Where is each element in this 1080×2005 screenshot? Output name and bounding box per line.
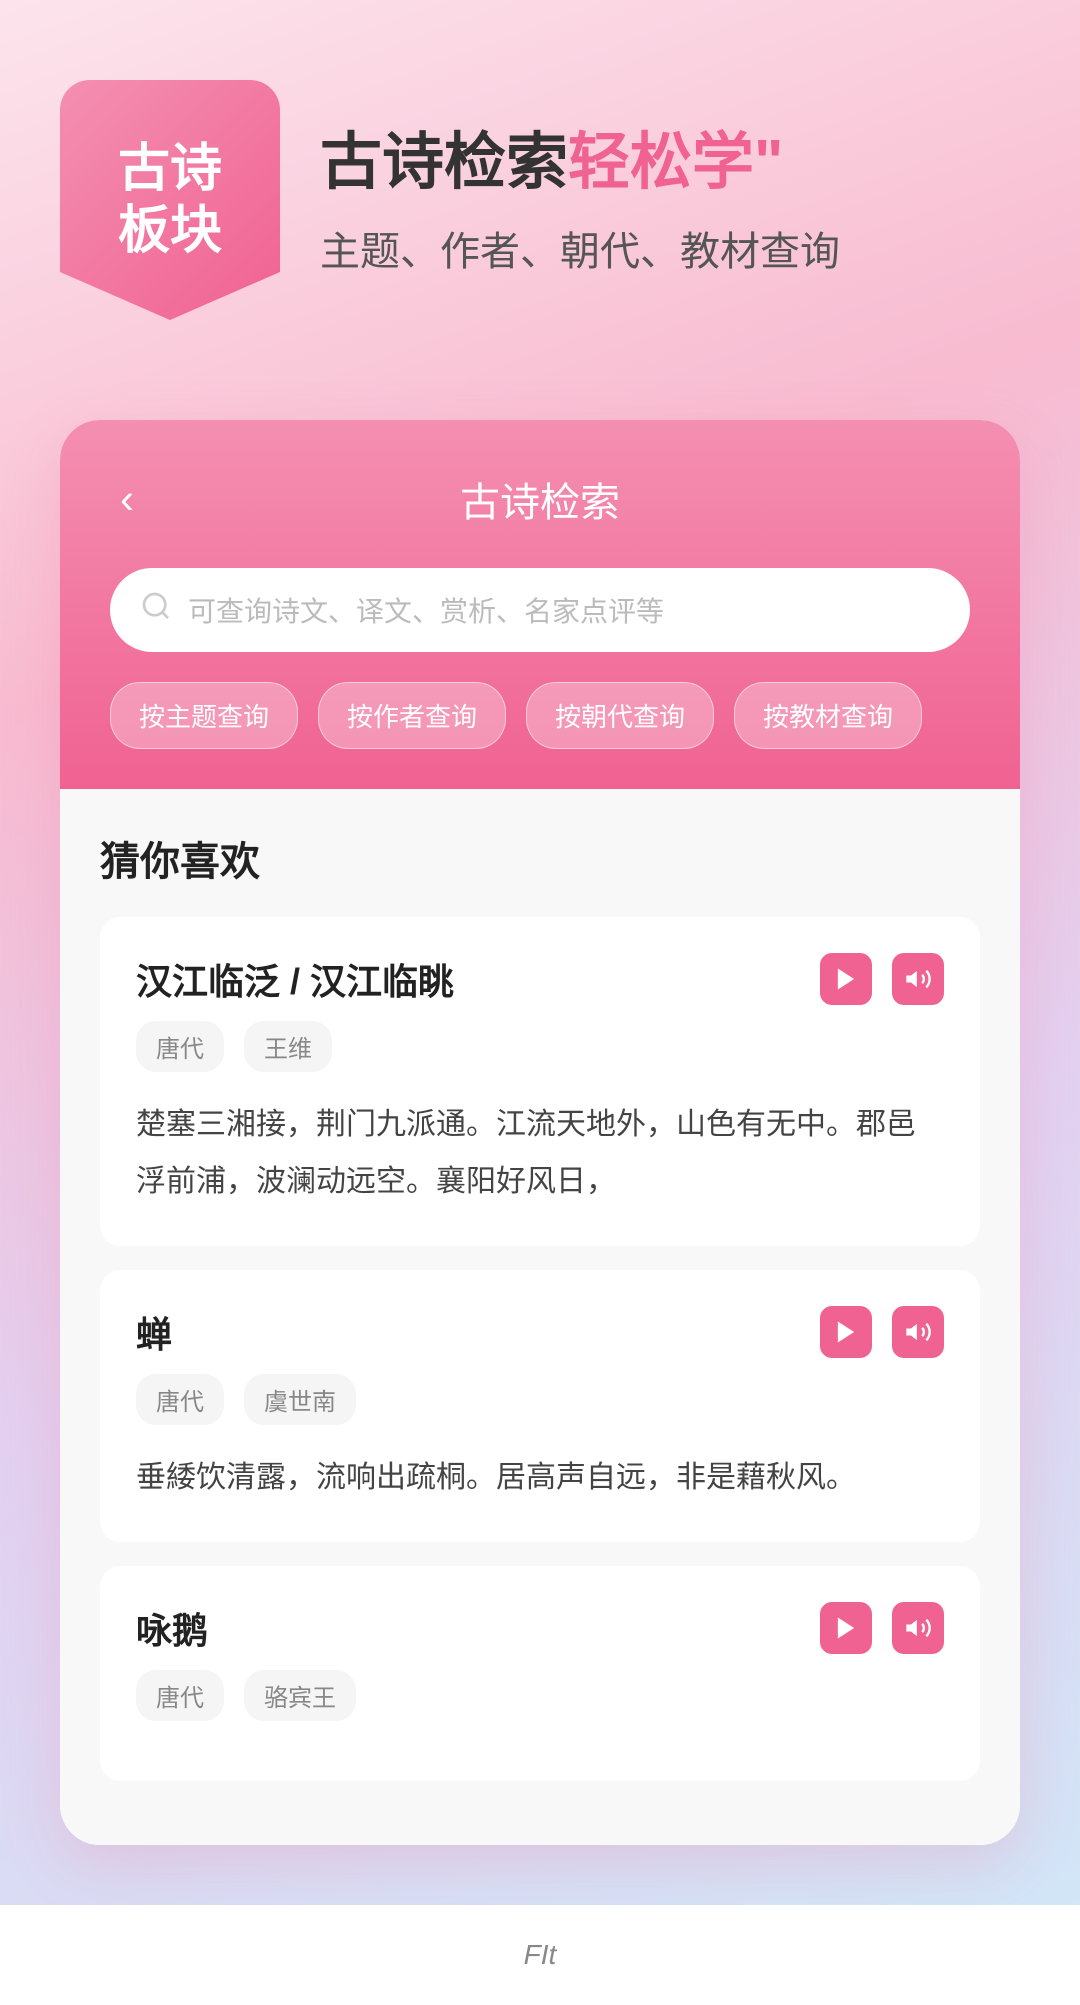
audio-button-2[interactable] bbox=[892, 1306, 944, 1358]
badge-text: 古诗 板块 bbox=[118, 138, 222, 263]
hero-content: 古诗检索轻松学" 主题、作者、朝代、教材查询 bbox=[320, 123, 1020, 278]
play-button-2[interactable] bbox=[820, 1306, 872, 1358]
filter-tag-theme[interactable]: 按主题查询 bbox=[110, 682, 298, 749]
bottom-bar: FIt bbox=[0, 1905, 1080, 2005]
hero-title-accent: 轻松学 bbox=[568, 128, 754, 197]
poem-dynasty-3: 唐代 bbox=[136, 1670, 224, 1721]
phone-header: ‹ 古诗检索 可查询诗文、译文、赏析、名家点评等 按主题查询 按作者查询 按朝代… bbox=[60, 420, 1020, 789]
poem-header-3: 咏鹅 bbox=[136, 1602, 944, 1654]
hero-section: 古诗 板块 古诗检索轻松学" 主题、作者、朝代、教材查询 bbox=[0, 0, 1080, 380]
audio-button-3[interactable] bbox=[892, 1602, 944, 1654]
poem-author-3: 骆宾王 bbox=[244, 1670, 356, 1721]
play-button-1[interactable] bbox=[820, 953, 872, 1005]
phone-nav: ‹ 古诗检索 bbox=[110, 470, 970, 528]
filter-tag-textbook[interactable]: 按教材查询 bbox=[734, 682, 922, 749]
poem-content-1: 楚塞三湘接，荆门九派通。江流天地外，山色有无中。郡邑浮前浦，波澜动远空。襄阳好风… bbox=[136, 1096, 944, 1210]
poem-author-2: 虞世南 bbox=[244, 1374, 356, 1425]
audio-button-1[interactable] bbox=[892, 953, 944, 1005]
search-bar[interactable]: 可查询诗文、译文、赏析、名家点评等 bbox=[110, 568, 970, 652]
hero-subtitle: 主题、作者、朝代、教材查询 bbox=[320, 219, 1020, 277]
poem-content-2: 垂緌饮清露，流响出疏桐。居高声自远，非是藉秋风。 bbox=[136, 1449, 944, 1506]
search-icon bbox=[140, 590, 172, 630]
hero-title-normal: 古诗检索 bbox=[320, 128, 568, 197]
play-button-3[interactable] bbox=[820, 1602, 872, 1654]
badge: 古诗 板块 bbox=[60, 80, 280, 320]
poem-card-1: 汉江临泛 / 汉江临眺 唐代 王维 楚塞三湘接，荆门九派通。江流天地外，山色有无… bbox=[100, 917, 980, 1246]
poem-card-3: 咏鹅 唐代 骆宾王 bbox=[100, 1566, 980, 1781]
content-section: 猜你喜欢 汉江临泛 / 汉江临眺 唐代 王维 楚塞三湘接，荆门九派通。江流天地 bbox=[60, 789, 1020, 1845]
badge-line1: 古诗 bbox=[118, 140, 222, 198]
phone-mockup: ‹ 古诗检索 可查询诗文、译文、赏析、名家点评等 按主题查询 按作者查询 按朝代… bbox=[60, 420, 1020, 1845]
poem-meta-3: 唐代 骆宾王 bbox=[136, 1670, 944, 1721]
badge-line2: 板块 bbox=[118, 202, 222, 260]
poem-meta-1: 唐代 王维 bbox=[136, 1021, 944, 1072]
poem-actions-1 bbox=[820, 953, 944, 1005]
poem-title-1: 汉江临泛 / 汉江临眺 bbox=[136, 953, 454, 1005]
filter-tag-dynasty[interactable]: 按朝代查询 bbox=[526, 682, 714, 749]
filter-tags: 按主题查询 按作者查询 按朝代查询 按教材查询 bbox=[110, 682, 970, 749]
hero-title: 古诗检索轻松学" bbox=[320, 123, 1020, 204]
poem-card-2: 蝉 唐代 虞世南 垂緌饮清露，流响出疏桐。居高声自远，非是藉秋风。 bbox=[100, 1270, 980, 1542]
bottom-text: FIt bbox=[524, 1939, 557, 1971]
poem-actions-3 bbox=[820, 1602, 944, 1654]
poem-title-3: 咏鹅 bbox=[136, 1602, 208, 1654]
poem-header-1: 汉江临泛 / 汉江临眺 bbox=[136, 953, 944, 1005]
search-placeholder: 可查询诗文、译文、赏析、名家点评等 bbox=[188, 590, 664, 630]
poem-actions-2 bbox=[820, 1306, 944, 1358]
back-button[interactable]: ‹ bbox=[110, 465, 144, 533]
poem-dynasty-1: 唐代 bbox=[136, 1021, 224, 1072]
filter-tag-author[interactable]: 按作者查询 bbox=[318, 682, 506, 749]
poem-header-2: 蝉 bbox=[136, 1306, 944, 1358]
phone-title: 古诗检索 bbox=[460, 470, 620, 528]
hero-title-quote: " bbox=[754, 128, 783, 197]
poem-dynasty-2: 唐代 bbox=[136, 1374, 224, 1425]
poem-title-2: 蝉 bbox=[136, 1306, 172, 1358]
poem-meta-2: 唐代 虞世南 bbox=[136, 1374, 944, 1425]
poem-author-1: 王维 bbox=[244, 1021, 332, 1072]
section-title: 猜你喜欢 bbox=[100, 829, 980, 887]
